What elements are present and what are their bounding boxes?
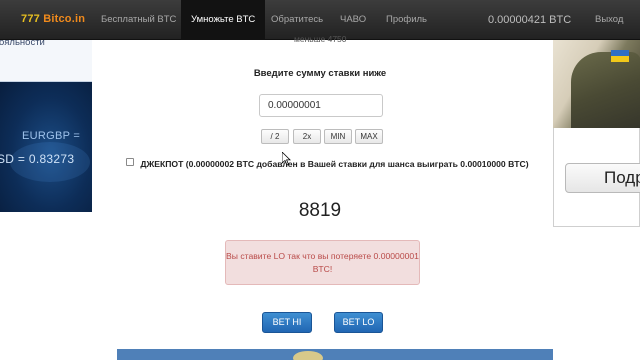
balance-display: 0.00000421 BTC	[488, 14, 572, 26]
left-ad-header-text: ояльности	[0, 40, 45, 48]
max-stake-button[interactable]: MAX	[355, 129, 383, 144]
banner-graphic	[293, 351, 323, 360]
bet-lo-button[interactable]: BET LO	[334, 312, 383, 333]
jackpot-label: ДЖЕКПОТ (0.00000002 BTC добавлен в Вашей…	[140, 159, 529, 169]
left-ad-header[interactable]: ояльности	[0, 40, 92, 82]
right-ad-image[interactable]	[553, 40, 640, 128]
ad-fx-line1: EURGBP =	[22, 130, 81, 142]
nav-multiply-btc[interactable]: Умножьте BTC	[181, 0, 266, 40]
loss-alert-text: Вы ставите LO так что вы потеряете 0.000…	[226, 251, 419, 274]
left-ad-banner[interactable]: EURGBP = SD = 0.83273	[0, 82, 92, 212]
partial-info-text: меньше 4750	[294, 34, 347, 44]
brand-name: Bitco.in	[39, 13, 86, 25]
stake-input[interactable]	[259, 94, 383, 117]
jackpot-checkbox[interactable]	[126, 158, 134, 166]
double-stake-button[interactable]: 2x	[293, 129, 321, 144]
right-ad-button[interactable]: Подр	[565, 163, 640, 193]
stake-label: Введите сумму ставки ниже	[253, 68, 387, 79]
bet-hi-button[interactable]: BET HI	[262, 312, 312, 333]
brand-logo[interactable]: 777 Bitco.in	[21, 13, 85, 25]
bottom-banner[interactable]	[117, 349, 553, 360]
loss-alert: Вы ставите LO так что вы потеряете 0.000…	[225, 240, 420, 285]
nav-free-btc[interactable]: Бесплатный BTC	[101, 0, 176, 40]
roll-number: 8819	[298, 200, 342, 221]
logout-link[interactable]: Выход	[595, 0, 623, 40]
ad-fx-line2: SD = 0.83273	[0, 152, 75, 166]
mouse-cursor-icon	[282, 152, 291, 166]
half-stake-button[interactable]: / 2	[261, 129, 289, 144]
ukraine-flag-icon	[611, 50, 629, 62]
min-stake-button[interactable]: MIN	[324, 129, 352, 144]
ad-soldier-figure	[571, 52, 640, 128]
nav-profile[interactable]: Профиль	[386, 0, 427, 40]
brand-number: 777	[21, 13, 40, 25]
